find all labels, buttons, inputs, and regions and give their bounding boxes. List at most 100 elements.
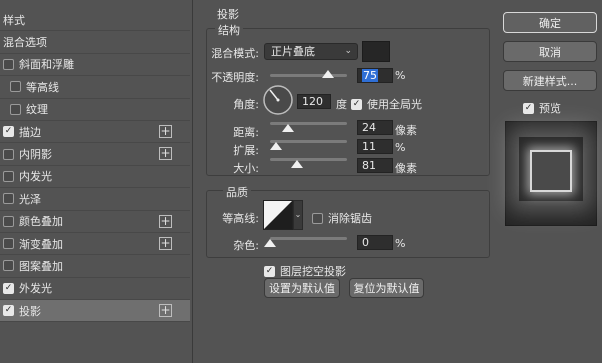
sidebar-item-label: 样式 bbox=[3, 13, 25, 27]
sidebar-item-styles[interactable]: 样式 bbox=[0, 9, 190, 32]
sidebar-checkbox[interactable] bbox=[3, 58, 14, 70]
quality-title: 品质 bbox=[223, 184, 251, 200]
angle-dial[interactable] bbox=[262, 84, 294, 116]
sidebar-checkbox[interactable] bbox=[10, 103, 21, 115]
add-effect-icon[interactable]: + bbox=[159, 214, 172, 228]
contour-preview[interactable] bbox=[263, 200, 293, 230]
style-list-panel: 样式 混合选项 斜面和浮雕 等高线 纹理 ✓ 描边 + 内阴影 + 内发光 光泽 颜色叠加 + 渐变叠加 + 图… bbox=[0, 0, 193, 363]
sidebar-checkbox[interactable] bbox=[3, 193, 14, 205]
blend-mode-select[interactable]: 正片叠底 ⌄ bbox=[264, 43, 358, 60]
anti-alias-option[interactable]: 消除锯齿 bbox=[312, 210, 372, 226]
angle-label: 角度: bbox=[233, 98, 259, 111]
noise-label: 杂色: bbox=[233, 239, 259, 252]
opacity-label: 不透明度: bbox=[211, 71, 259, 84]
sidebar-item-color-overlay[interactable]: 颜色叠加 + bbox=[0, 211, 190, 233]
sidebar-checkbox[interactable] bbox=[3, 238, 14, 250]
new-style-button[interactable]: 新建样式... bbox=[503, 70, 597, 91]
noise-slider-knob[interactable] bbox=[264, 239, 276, 247]
sidebar-item-blending-options[interactable]: 混合选项 bbox=[0, 31, 190, 54]
structure-title: 结构 bbox=[215, 22, 243, 38]
style-preview-swatch bbox=[530, 150, 572, 192]
cancel-button[interactable]: 取消 bbox=[503, 41, 597, 62]
sidebar-item-label: 渐变叠加 bbox=[19, 237, 63, 251]
noise-unit: % bbox=[395, 237, 406, 250]
sidebar-item-label: 光泽 bbox=[19, 192, 41, 206]
style-list: 样式 混合选项 斜面和浮雕 等高线 纹理 ✓ 描边 + 内阴影 + 内发光 光泽 颜色叠加 + 渐变叠加 + 图… bbox=[0, 9, 190, 323]
global-light-label: 使用全局光 bbox=[367, 98, 422, 111]
spread-input[interactable]: 11 bbox=[357, 139, 393, 154]
anti-alias-checkbox[interactable] bbox=[312, 212, 323, 224]
sidebar-checkbox[interactable]: ✓ bbox=[3, 126, 14, 138]
sidebar-checkbox[interactable] bbox=[10, 81, 21, 93]
sidebar-item-satin[interactable]: 光泽 bbox=[0, 188, 190, 211]
distance-slider-knob[interactable] bbox=[282, 124, 294, 132]
size-slider-knob[interactable] bbox=[291, 160, 303, 168]
blend-mode-value: 正片叠底 bbox=[271, 45, 315, 58]
noise-slider-track[interactable] bbox=[270, 237, 347, 240]
distance-label: 距离: bbox=[233, 126, 259, 139]
sidebar-item-pattern-overlay[interactable]: 图案叠加 bbox=[0, 255, 190, 278]
opacity-input[interactable]: 75 bbox=[357, 68, 393, 83]
knockout-option[interactable]: ✓ 图层挖空投影 bbox=[264, 263, 346, 279]
spread-slider-knob[interactable] bbox=[270, 142, 282, 150]
angle-input[interactable]: 120 bbox=[297, 94, 331, 109]
contour-label: 等高线: bbox=[222, 212, 259, 225]
sidebar-item-label: 外发光 bbox=[19, 282, 52, 296]
knockout-label: 图层挖空投影 bbox=[280, 265, 346, 278]
size-unit: 像素 bbox=[395, 162, 417, 175]
sidebar-item-outer-glow[interactable]: ✓ 外发光 bbox=[0, 278, 190, 301]
sidebar-item-label: 混合选项 bbox=[3, 36, 47, 50]
contour-dropdown[interactable]: ⌄ bbox=[293, 200, 303, 230]
sidebar-checkbox[interactable] bbox=[3, 215, 14, 227]
panel-title: 投影 bbox=[217, 8, 239, 21]
sidebar-item-inner-glow[interactable]: 内发光 bbox=[0, 166, 190, 189]
ok-button[interactable]: 确定 bbox=[503, 12, 597, 33]
sidebar-checkbox[interactable] bbox=[3, 148, 14, 160]
sidebar-item-label: 颜色叠加 bbox=[19, 215, 63, 229]
anti-alias-label: 消除锯齿 bbox=[328, 212, 372, 225]
distance-input[interactable]: 24 bbox=[357, 120, 393, 135]
knockout-checkbox[interactable]: ✓ bbox=[264, 265, 275, 277]
chevron-down-icon: ⌄ bbox=[344, 46, 352, 56]
sidebar-checkbox[interactable] bbox=[3, 170, 14, 182]
opacity-slider-knob[interactable] bbox=[322, 70, 334, 78]
sidebar-item-texture[interactable]: 纹理 bbox=[0, 99, 190, 121]
sidebar-item-bevel-emboss[interactable]: 斜面和浮雕 bbox=[0, 54, 190, 77]
distance-unit: 像素 bbox=[395, 124, 417, 137]
opacity-unit: % bbox=[395, 69, 406, 82]
size-label: 大小: bbox=[233, 162, 259, 175]
spread-label: 扩展: bbox=[233, 144, 259, 157]
shadow-color-swatch[interactable] bbox=[362, 41, 390, 62]
style-preview bbox=[505, 121, 597, 226]
add-effect-icon[interactable]: + bbox=[159, 147, 172, 161]
sidebar-item-label: 内发光 bbox=[19, 170, 52, 184]
add-effect-icon[interactable]: + bbox=[159, 304, 172, 318]
angle-unit: 度 bbox=[336, 98, 347, 111]
add-effect-icon[interactable]: + bbox=[159, 124, 172, 138]
size-input[interactable]: 81 bbox=[357, 158, 393, 173]
sidebar-checkbox[interactable] bbox=[3, 260, 14, 272]
sidebar-item-label: 等高线 bbox=[26, 80, 59, 94]
sidebar-item-label: 斜面和浮雕 bbox=[19, 58, 74, 72]
sidebar-item-gradient-overlay[interactable]: 渐变叠加 + bbox=[0, 233, 190, 256]
sidebar-item-drop-shadow[interactable]: ✓ 投影 + bbox=[0, 300, 190, 323]
sidebar-checkbox[interactable]: ✓ bbox=[3, 305, 14, 317]
sidebar-item-stroke[interactable]: ✓ 描边 + bbox=[0, 121, 190, 144]
sidebar-item-inner-shadow[interactable]: 内阴影 + bbox=[0, 143, 190, 166]
blend-mode-label: 混合模式: bbox=[211, 47, 259, 60]
size-slider-track[interactable] bbox=[270, 158, 347, 161]
sidebar-checkbox[interactable]: ✓ bbox=[3, 282, 14, 294]
sidebar-item-contour[interactable]: 等高线 bbox=[0, 76, 190, 99]
global-light-checkbox[interactable]: ✓ bbox=[351, 98, 362, 110]
preview-option[interactable]: ✓ 预览 bbox=[523, 100, 561, 116]
noise-input[interactable]: 0 bbox=[357, 235, 393, 250]
opacity-slider-track[interactable] bbox=[270, 74, 347, 77]
preview-checkbox[interactable]: ✓ bbox=[523, 102, 534, 114]
sidebar-item-label: 描边 bbox=[19, 125, 41, 139]
reset-default-button[interactable]: 复位为默认值 bbox=[349, 278, 424, 298]
make-default-button[interactable]: 设置为默认值 bbox=[264, 278, 340, 298]
sidebar-item-label: 图案叠加 bbox=[19, 259, 63, 273]
global-light-option[interactable]: ✓ 使用全局光 bbox=[351, 96, 422, 112]
preview-label: 预览 bbox=[539, 102, 561, 115]
add-effect-icon[interactable]: + bbox=[159, 236, 172, 250]
